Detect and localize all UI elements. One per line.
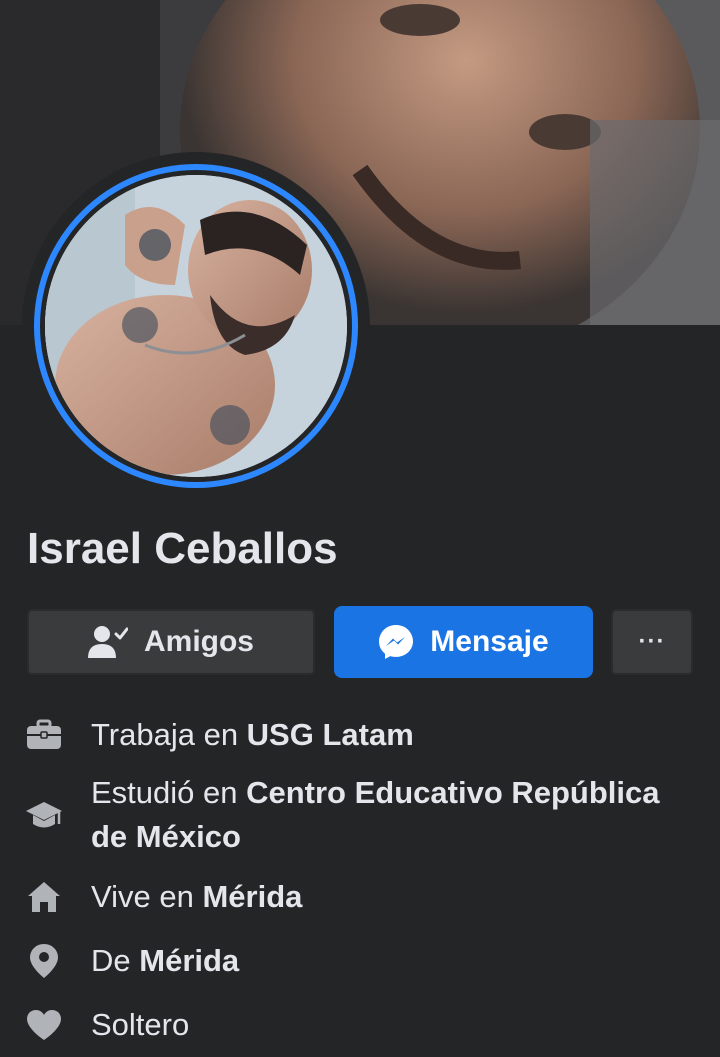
- detail-from-text: De Mérida: [91, 943, 240, 978]
- heart-icon: [24, 1005, 64, 1045]
- message-button-label: Mensaje: [430, 625, 549, 658]
- profile-name: Israel Ceballos: [27, 524, 338, 573]
- friends-button-label: Amigos: [143, 625, 254, 658]
- more-options-button[interactable]: ···: [608, 606, 696, 678]
- messenger-icon: [378, 624, 414, 660]
- friend-check-icon: [87, 625, 128, 659]
- detail-education-text: Estudió en Centro Educativo República de…: [91, 775, 660, 854]
- avatar-image: [45, 175, 347, 477]
- detail-work-text: Trabaja en USG Latam: [91, 717, 414, 752]
- workplace-link[interactable]: USG Latam: [247, 717, 414, 752]
- detail-lives-in-text: Vive en Mérida: [91, 879, 303, 914]
- graduation-cap-icon: [24, 797, 64, 837]
- message-button[interactable]: Mensaje: [334, 606, 593, 678]
- hometown-link[interactable]: Mérida: [139, 943, 239, 978]
- briefcase-icon: [24, 715, 64, 755]
- current-city-link[interactable]: Mérida: [202, 879, 302, 914]
- avatar[interactable]: [45, 175, 347, 477]
- story-ring: [34, 164, 358, 488]
- profile-page: Israel Ceballos Amigos Mensaje ··· Traba…: [0, 0, 720, 1057]
- home-icon: [24, 877, 64, 917]
- profile-picture-frame[interactable]: [22, 152, 370, 500]
- more-options-icon: ···: [638, 628, 666, 655]
- detail-relationship-text: Soltero: [91, 1007, 190, 1042]
- location-pin-icon: [24, 941, 64, 981]
- friends-button[interactable]: Amigos: [24, 606, 318, 678]
